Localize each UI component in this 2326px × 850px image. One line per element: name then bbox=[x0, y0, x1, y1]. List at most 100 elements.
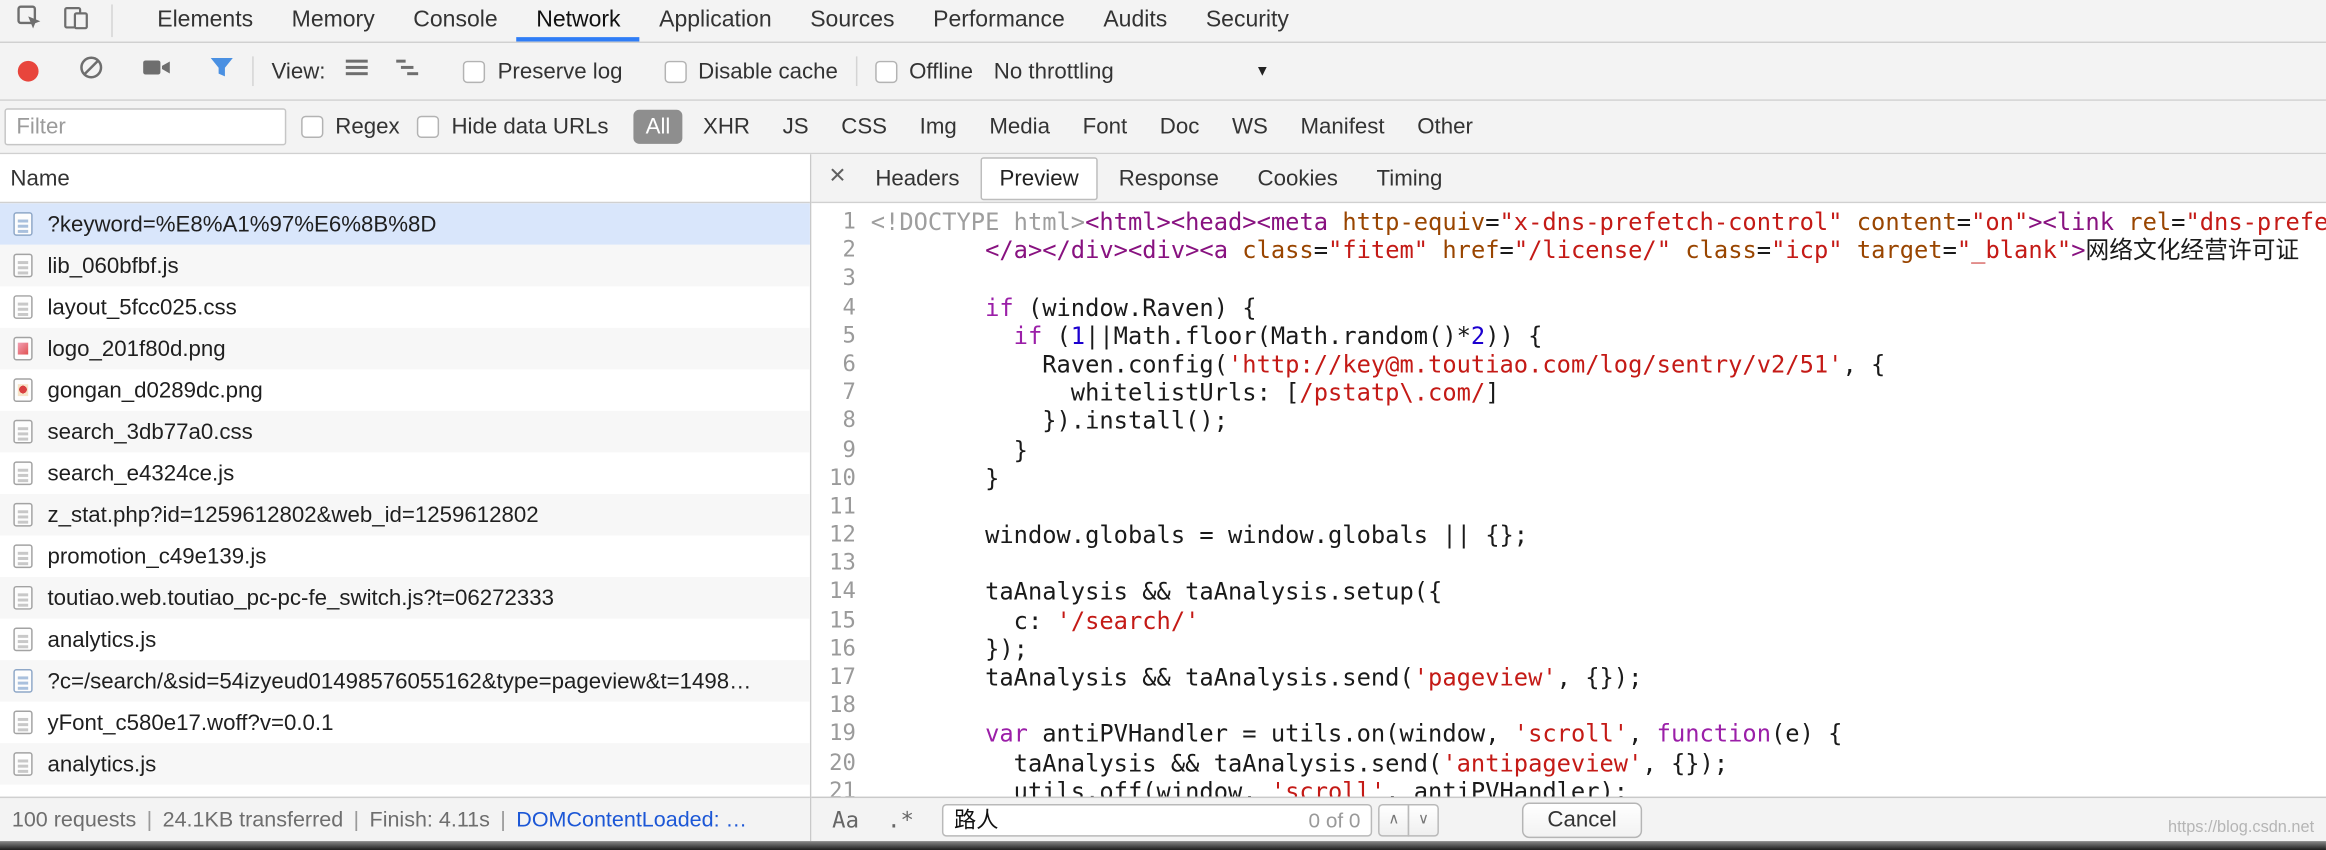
request-list: ?keyword=%E8%A1%97%E6%8B%8D lib_060bfbf.j… bbox=[0, 203, 810, 796]
code-text: Raven.config('http://key@m.toutiao.com/l… bbox=[870, 349, 1886, 379]
filter-button[interactable] bbox=[209, 56, 234, 86]
detail-tab-preview[interactable]: Preview bbox=[980, 156, 1098, 200]
request-name: layout_5fcc025.css bbox=[47, 294, 237, 320]
find-input[interactable] bbox=[954, 806, 1309, 833]
view-list-button[interactable] bbox=[343, 56, 371, 86]
match-case-toggle[interactable]: Aa bbox=[832, 806, 859, 833]
disable-cache-label: Disable cache bbox=[698, 58, 838, 84]
regex-toggle[interactable]: .* bbox=[887, 806, 914, 833]
device-toolbar-button[interactable] bbox=[59, 4, 92, 37]
line-number: 19 bbox=[829, 720, 856, 747]
preserve-log-group: Preserve log bbox=[463, 59, 622, 84]
tab-sources[interactable]: Sources bbox=[791, 0, 914, 42]
tab-security[interactable]: Security bbox=[1187, 0, 1309, 42]
capture-screenshots-button[interactable] bbox=[142, 56, 170, 86]
network-content: Name ?keyword=%E8%A1%97%E6%8B%8D lib_060b… bbox=[0, 154, 2326, 842]
request-row[interactable]: analytics.js bbox=[0, 743, 810, 785]
detail-tab-response[interactable]: Response bbox=[1101, 158, 1237, 198]
throttling-value: No throttling bbox=[993, 58, 1114, 84]
request-row[interactable]: toutiao.web.toutiao_pc-pc-fe_switch.js?t… bbox=[0, 577, 810, 619]
transferred-size: 24.1KB transferred bbox=[162, 807, 344, 832]
request-row[interactable]: promotion_c49e139.js bbox=[0, 536, 810, 578]
close-details-button[interactable]: × bbox=[823, 160, 857, 196]
main-toolbar: Elements Memory Console Network Application S… bbox=[0, 0, 2326, 44]
find-next-button[interactable]: ∨ bbox=[1407, 803, 1440, 836]
request-row[interactable]: gongan_d0289dc.png bbox=[0, 369, 810, 411]
tab-memory[interactable]: Memory bbox=[272, 0, 394, 42]
detail-tab-cookies[interactable]: Cookies bbox=[1240, 158, 1356, 198]
filter-type-other[interactable]: Other bbox=[1405, 110, 1484, 144]
request-row[interactable]: ?c=/search/&sid=54izyeud01498576055162&t… bbox=[0, 660, 810, 702]
regex-group: Regex bbox=[301, 114, 400, 139]
filter-type-media[interactable]: Media bbox=[978, 110, 1062, 144]
detail-tab-timing[interactable]: Timing bbox=[1359, 158, 1461, 198]
code-line: 11 bbox=[811, 492, 2326, 520]
code-text: if (1||Math.floor(Math.random()*2)) { bbox=[1013, 321, 1543, 350]
request-row[interactable]: analytics.js bbox=[0, 619, 810, 661]
line-number: 12 bbox=[829, 520, 856, 548]
filter-type-all[interactable]: All bbox=[633, 109, 683, 144]
request-row[interactable]: z_stat.php?id=1259612802&web_id=12596128… bbox=[0, 493, 810, 536]
request-row[interactable]: lib_060bfbf.js bbox=[0, 244, 810, 287]
code-text: c: '/search/' bbox=[870, 606, 1200, 635]
inspect-element-button[interactable] bbox=[13, 4, 46, 37]
filter-type-css[interactable]: CSS bbox=[829, 110, 898, 144]
name-column-header[interactable]: Name bbox=[0, 154, 810, 204]
show-overview-button[interactable] bbox=[394, 56, 422, 86]
filter-type-ws[interactable]: WS bbox=[1220, 110, 1280, 144]
disable-cache-group: Disable cache bbox=[664, 59, 838, 84]
tab-performance[interactable]: Performance bbox=[914, 0, 1084, 42]
record-button[interactable] bbox=[17, 60, 39, 82]
line-number: 17 bbox=[829, 663, 856, 690]
offline-checkbox[interactable] bbox=[874, 60, 898, 83]
tab-audits[interactable]: Audits bbox=[1084, 0, 1186, 42]
list-view-icon bbox=[343, 56, 371, 86]
code-line: 16 }); bbox=[811, 635, 2326, 663]
clear-button[interactable] bbox=[79, 55, 104, 88]
code-line: 17 taAnalysis && taAnalysis.send('pagevi… bbox=[811, 663, 2326, 691]
request-row[interactable]: search_e4324ce.js bbox=[0, 452, 810, 494]
filter-type-font[interactable]: Font bbox=[1071, 110, 1139, 144]
line-number: 8 bbox=[842, 406, 856, 434]
regex-checkbox[interactable] bbox=[301, 115, 324, 138]
disable-cache-checkbox[interactable] bbox=[664, 60, 687, 83]
line-number: 1 bbox=[842, 207, 856, 235]
request-name: ?keyword=%E8%A1%97%E6%8B%8D bbox=[47, 211, 437, 237]
dropdown-caret-icon: ▼ bbox=[1255, 63, 1270, 80]
request-row[interactable]: search_3db77a0.css bbox=[0, 410, 810, 453]
clear-icon bbox=[79, 55, 104, 88]
filter-type-manifest[interactable]: Manifest bbox=[1289, 110, 1397, 144]
find-previous-button[interactable]: ∧ bbox=[1378, 803, 1410, 836]
detail-tab-headers[interactable]: Headers bbox=[858, 158, 978, 198]
hide-data-urls-group: Hide data URLs bbox=[417, 114, 609, 139]
throttling-select[interactable]: No throttling ▼ bbox=[994, 59, 1270, 84]
code-text: taAnalysis && taAnalysis.send('antipagev… bbox=[870, 748, 1729, 777]
request-row[interactable]: logo_201f80d.png bbox=[0, 327, 810, 370]
document-blue-file-icon bbox=[13, 669, 33, 693]
request-row[interactable]: yFont_c580e17.woff?v=0.0.1 bbox=[0, 702, 810, 744]
filter-type-js[interactable]: JS bbox=[771, 110, 821, 144]
cancel-button[interactable]: Cancel bbox=[1522, 801, 1642, 838]
code-text: }).install(); bbox=[870, 406, 1229, 436]
request-row[interactable]: layout_5fcc025.css bbox=[0, 286, 810, 328]
line-number: 15 bbox=[829, 606, 856, 633]
find-nav-buttons: ∧ ∨ bbox=[1378, 803, 1440, 836]
preview-code-area[interactable]: 1 <!DOCTYPE html><html><head><meta http-e… bbox=[811, 203, 2326, 797]
tab-application[interactable]: Application bbox=[640, 0, 791, 42]
filter-type-xhr[interactable]: XHR bbox=[691, 110, 762, 144]
tab-network[interactable]: Network bbox=[517, 0, 640, 42]
filter-type-doc[interactable]: Doc bbox=[1148, 110, 1211, 144]
hide-data-urls-checkbox[interactable] bbox=[417, 115, 440, 138]
code-text: } bbox=[870, 463, 1000, 493]
code-text: taAnalysis && taAnalysis.send('pageview'… bbox=[870, 663, 1643, 692]
filter-input[interactable] bbox=[4, 108, 287, 146]
tab-console[interactable]: Console bbox=[394, 0, 517, 42]
tab-elements[interactable]: Elements bbox=[138, 0, 272, 42]
filter-type-img[interactable]: Img bbox=[908, 110, 969, 144]
request-row[interactable]: ?keyword=%E8%A1%97%E6%8B%8D bbox=[0, 203, 810, 245]
code-text: taAnalysis && taAnalysis.setup({ bbox=[870, 577, 1443, 606]
detail-tab-strip: Headers Preview Response Cookies Timing bbox=[858, 156, 1464, 200]
preserve-log-checkbox[interactable] bbox=[463, 60, 486, 83]
